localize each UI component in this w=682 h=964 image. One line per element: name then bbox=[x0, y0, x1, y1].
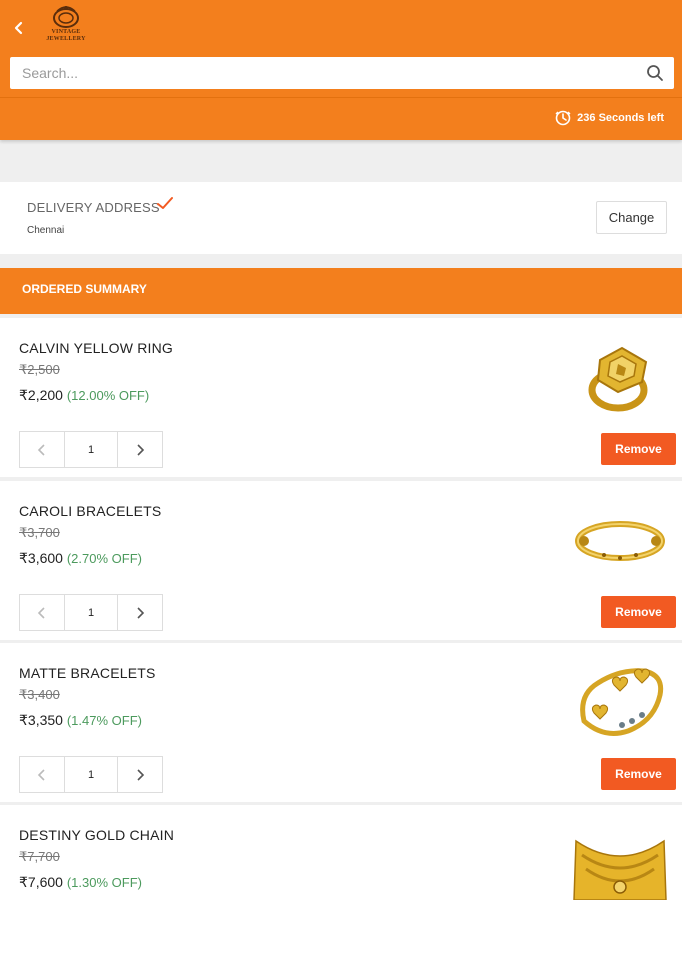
delivery-city: Chennai bbox=[27, 225, 65, 236]
jewellery-logo-icon bbox=[53, 6, 79, 28]
item-price-row: ₹2,200 (12.00% OFF) bbox=[19, 387, 149, 404]
quantity-value: 1 bbox=[87, 768, 95, 781]
brand-logo[interactable]: VINTAGE JEWELLERY bbox=[36, 5, 96, 51]
item-price: ₹3,600 bbox=[19, 550, 63, 566]
decrease-quantity-button[interactable] bbox=[20, 595, 65, 630]
search-bar bbox=[10, 57, 674, 89]
decrease-quantity-button[interactable] bbox=[20, 432, 65, 467]
quantity-stepper: 1 bbox=[19, 431, 163, 468]
cart-item: CALVIN YELLOW RING ₹2,500 ₹2,200 (12.00%… bbox=[0, 318, 682, 477]
search-icon[interactable] bbox=[646, 64, 664, 82]
quantity-stepper: 1 bbox=[19, 756, 163, 793]
app-header: VINTAGE JEWELLERY 236 Seconds left bbox=[0, 0, 682, 140]
item-price: ₹2,200 bbox=[19, 387, 63, 403]
header-divider bbox=[0, 97, 682, 98]
item-price-row: ₹3,600 (2.70% OFF) bbox=[19, 550, 142, 567]
timer-text: 236 Seconds left bbox=[577, 112, 664, 124]
remove-button[interactable]: Remove bbox=[601, 596, 676, 628]
delivery-address-label: DELIVERY ADDRESS bbox=[27, 200, 160, 215]
gold-necklace-image[interactable] bbox=[572, 837, 668, 900]
heart-bracelet-image[interactable] bbox=[574, 655, 668, 745]
logo-text-line2: JEWELLERY bbox=[46, 36, 86, 42]
item-price: ₹3,350 bbox=[19, 712, 63, 728]
cart-item: CAROLI BRACELETS ₹3,700 ₹3,600 (2.70% OF… bbox=[0, 481, 682, 640]
increase-quantity-button[interactable] bbox=[117, 432, 162, 467]
timer-icon bbox=[555, 110, 571, 126]
item-price: ₹7,600 bbox=[19, 874, 63, 890]
increase-quantity-button[interactable] bbox=[117, 595, 162, 630]
cart-item: DESTINY GOLD CHAIN ₹7,700 ₹7,600 (1.30% … bbox=[0, 805, 682, 964]
remove-button[interactable]: Remove bbox=[601, 433, 676, 465]
item-name: CALVIN YELLOW RING bbox=[19, 340, 174, 356]
item-discount: (2.70% OFF) bbox=[66, 551, 142, 566]
decrease-quantity-button[interactable] bbox=[20, 757, 65, 792]
ordered-summary-header: ORDERED SUMMARY bbox=[0, 268, 682, 314]
gold-bangle-image[interactable] bbox=[574, 515, 666, 567]
cart-item: MATTE BRACELETS ₹3,400 ₹3,350 (1.47% OFF… bbox=[0, 643, 682, 802]
item-original-price: ₹3,700 bbox=[19, 525, 60, 540]
gold-ring-image[interactable] bbox=[582, 338, 660, 418]
item-price-row: ₹7,600 (1.30% OFF) bbox=[19, 874, 142, 891]
change-address-button[interactable]: Change bbox=[596, 201, 667, 234]
quantity-value: 1 bbox=[87, 443, 95, 456]
increase-quantity-button[interactable] bbox=[117, 757, 162, 792]
quantity-stepper: 1 bbox=[19, 594, 163, 631]
item-original-price: ₹2,500 bbox=[19, 362, 60, 377]
item-discount: (1.47% OFF) bbox=[66, 713, 142, 728]
chevron-left-icon bbox=[14, 21, 23, 35]
item-price-row: ₹3,350 (1.47% OFF) bbox=[19, 712, 142, 729]
delivery-address-card: DELIVERY ADDRESS Chennai bbox=[0, 182, 682, 254]
chevron-right-icon bbox=[137, 443, 145, 456]
remove-button[interactable]: Remove bbox=[601, 758, 676, 790]
search-input[interactable] bbox=[22, 57, 622, 89]
check-icon bbox=[157, 197, 173, 209]
item-discount: (1.30% OFF) bbox=[66, 875, 142, 890]
logo-text-line1: VINTAGE bbox=[51, 29, 81, 35]
item-discount: (12.00% OFF) bbox=[66, 388, 150, 403]
back-button[interactable] bbox=[10, 20, 28, 38]
item-name: MATTE BRACELETS bbox=[19, 665, 156, 681]
quantity-value: 1 bbox=[87, 606, 95, 619]
item-name: DESTINY GOLD CHAIN bbox=[19, 827, 175, 843]
chevron-left-icon bbox=[37, 768, 45, 781]
session-timer: 236 Seconds left bbox=[555, 110, 664, 126]
item-name: CAROLI BRACELETS bbox=[19, 503, 162, 519]
chevron-left-icon bbox=[37, 443, 45, 456]
chevron-left-icon bbox=[37, 606, 45, 619]
chevron-right-icon bbox=[137, 768, 145, 781]
chevron-right-icon bbox=[137, 606, 145, 619]
item-original-price: ₹3,400 bbox=[19, 687, 60, 702]
item-original-price: ₹7,700 bbox=[19, 849, 60, 864]
